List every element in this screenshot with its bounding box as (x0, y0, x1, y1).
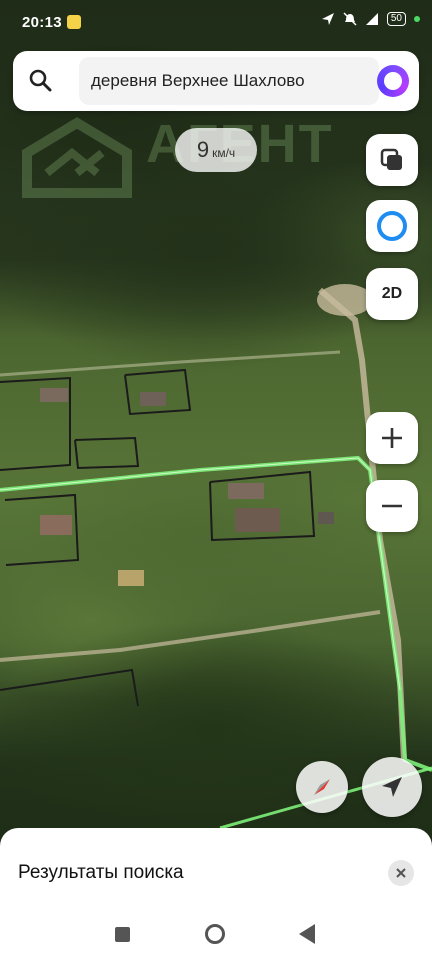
back-button[interactable] (299, 924, 315, 944)
alice-icon[interactable] (377, 65, 409, 97)
search-bar[interactable]: деревня Верхнее Шахлово (13, 51, 419, 111)
watermark-emblem (22, 117, 132, 198)
layers-button[interactable] (366, 134, 418, 186)
minus-icon (382, 504, 402, 508)
mute-icon (343, 12, 357, 26)
assistant-icon (377, 211, 407, 241)
battery-indicator: 50 (386, 12, 406, 26)
zoom-out-button[interactable] (366, 480, 418, 532)
compass-icon (314, 779, 330, 795)
assistant-button[interactable] (366, 200, 418, 252)
compass-button[interactable] (296, 761, 348, 813)
status-time: 20:13 (22, 14, 62, 31)
location-status-icon (321, 13, 334, 25)
search-icon[interactable] (27, 67, 55, 95)
status-bar: 20:13 50 (0, 0, 432, 40)
notification-app-icon (67, 15, 81, 29)
zoom-in-button[interactable] (366, 412, 418, 464)
view-mode-label: 2D (381, 285, 403, 302)
layers-icon (380, 148, 402, 170)
home-button[interactable] (205, 924, 225, 944)
recents-button[interactable] (115, 927, 130, 942)
signal-icon (365, 13, 378, 25)
navigation-arrow-icon (382, 777, 402, 797)
speed-indicator: 9 км/ч (175, 128, 257, 172)
speed-value: 9 (196, 137, 210, 162)
system-nav-bar (0, 880, 432, 960)
view-mode-button[interactable]: 2D (366, 268, 418, 320)
status-icons: 50 (321, 12, 420, 26)
search-input[interactable]: деревня Верхнее Шахлово (79, 57, 379, 105)
my-location-button[interactable] (362, 757, 422, 817)
plus-icon (382, 428, 402, 448)
speed-unit: км/ч (212, 146, 236, 160)
recording-dot (414, 16, 420, 22)
